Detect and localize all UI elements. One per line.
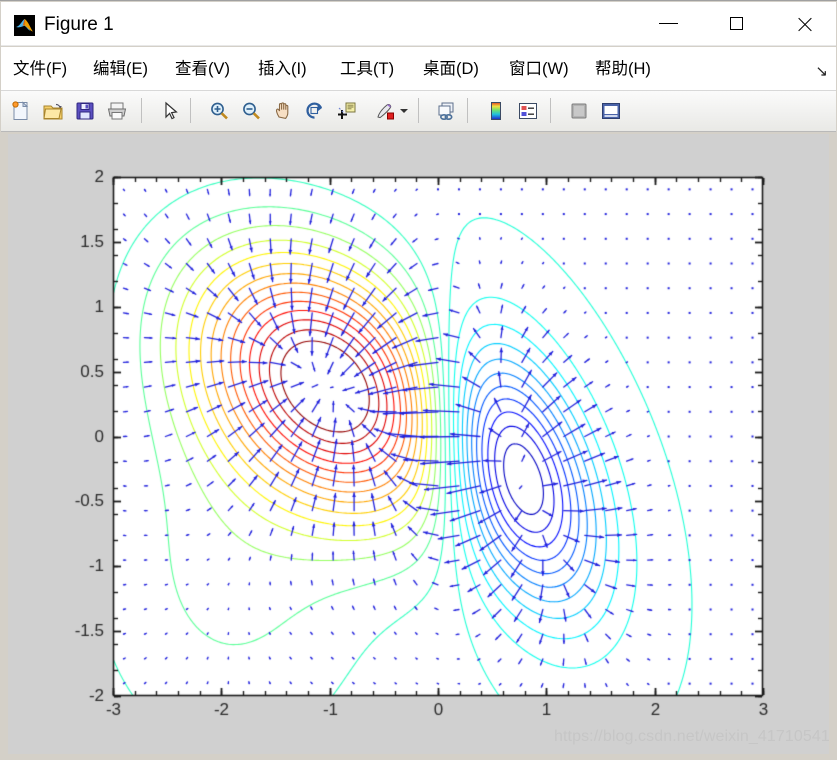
save-figure-icon[interactable] [70, 96, 100, 126]
menu-desktop[interactable]: 桌面(D) [421, 56, 481, 82]
maximize-button[interactable] [714, 3, 760, 45]
print-figure-icon-glyph [106, 100, 128, 127]
toolbar-separator [190, 98, 191, 123]
brush-dropdown-caret-icon[interactable] [400, 106, 409, 115]
legend-icon[interactable] [513, 96, 543, 126]
close-button[interactable] [782, 3, 828, 45]
rotate-3d-icon[interactable] [300, 96, 330, 126]
menu-window[interactable]: 窗口(W) [507, 56, 571, 82]
menu-view[interactable]: 查看(V) [173, 56, 232, 82]
matlab-logo-icon [14, 15, 35, 36]
minimize-icon [659, 23, 678, 24]
print-figure-icon[interactable] [102, 96, 132, 126]
open-file-icon[interactable] [38, 96, 68, 126]
data-cursor-icon[interactable] [332, 96, 362, 126]
colorbar-icon-glyph [485, 100, 507, 127]
figure-palette-icon[interactable] [596, 96, 626, 126]
pan-icon[interactable] [268, 96, 298, 126]
menu-edit[interactable]: 编辑(E) [91, 56, 150, 82]
new-figure-icon[interactable] [6, 96, 36, 126]
menu-bar: 文件(F) 编辑(E) 查看(V) 插入(I) 工具(T) 桌面(D) 窗口(W) 帮助(H)… [1, 47, 836, 91]
open-file-icon-glyph [42, 100, 64, 127]
colorbar-icon[interactable] [481, 96, 511, 126]
pointer-icon[interactable] [155, 96, 185, 126]
brush-icon-glyph [375, 100, 397, 127]
zoom-in-icon[interactable] [204, 96, 234, 126]
figure-palette-icon-glyph [600, 100, 622, 127]
toolbar-separator [141, 98, 142, 123]
toolbar [1, 91, 836, 132]
minimize-button[interactable] [646, 3, 692, 45]
figure-window: Figure 1 文件(F) 编辑(E) 查看(V) 插入(I) 工具(T) 桌面(D) 窗… [0, 0, 837, 760]
rotate-3d-icon-glyph [304, 100, 326, 127]
figure-canvas-area[interactable] [8, 134, 829, 754]
plot-browser-icon-glyph [568, 100, 590, 127]
zoom-out-icon-glyph [240, 100, 262, 127]
pointer-icon-glyph [159, 100, 181, 127]
plot-browser-icon[interactable] [564, 96, 594, 126]
watermark-text: https://blog.csdn.net/weixin_41710541 [554, 728, 830, 745]
title-bar: Figure 1 [1, 2, 836, 46]
save-figure-icon-glyph [74, 100, 96, 127]
brush-icon[interactable] [371, 96, 401, 126]
contour-quiver-plot[interactable] [8, 134, 829, 754]
legend-icon-glyph [517, 100, 539, 127]
maximize-icon [730, 17, 743, 30]
menu-file[interactable]: 文件(F) [11, 56, 69, 82]
toolbar-separator [467, 98, 468, 123]
toolbar-separator [550, 98, 551, 123]
close-icon [796, 16, 813, 33]
zoom-out-icon[interactable] [236, 96, 266, 126]
toolbar-separator [418, 98, 419, 123]
menu-overflow-icon[interactable]: ↘ [815, 62, 828, 80]
menu-tools[interactable]: 工具(T) [338, 56, 396, 82]
menu-help[interactable]: 帮助(H) [593, 56, 653, 82]
window-title: Figure 1 [44, 14, 114, 35]
new-figure-icon-glyph [10, 100, 32, 127]
menu-insert[interactable]: 插入(I) [256, 56, 309, 82]
pan-icon-glyph [272, 100, 294, 127]
link-plot-icon[interactable] [431, 96, 461, 126]
link-plot-icon-glyph [435, 100, 457, 127]
data-cursor-icon-glyph [336, 100, 358, 127]
zoom-in-icon-glyph [208, 100, 230, 127]
